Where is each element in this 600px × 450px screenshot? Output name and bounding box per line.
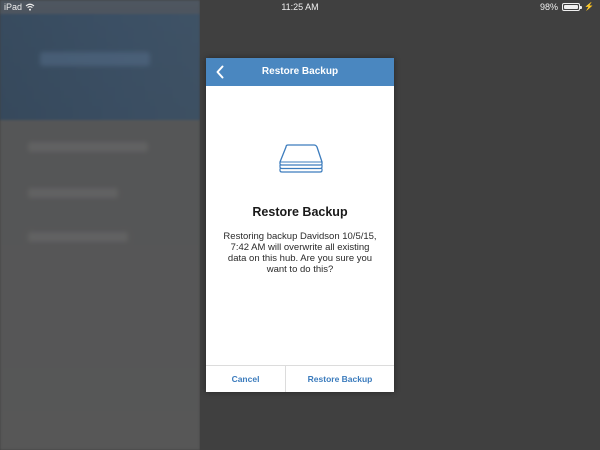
- dialog-header: Restore Backup: [206, 58, 394, 86]
- chevron-left-icon: [216, 65, 224, 79]
- restore-backup-button[interactable]: Restore Backup: [286, 366, 394, 392]
- restore-backup-dialog: Restore Backup Restore Backup Restoring …: [206, 58, 394, 392]
- hub-stack-icon: [279, 144, 323, 173]
- background-row: [28, 232, 128, 242]
- background-row: [28, 188, 118, 198]
- background-title-placeholder: [40, 52, 150, 66]
- status-time: 11:25 AM: [281, 2, 319, 12]
- background-app-header: [0, 14, 200, 120]
- dialog-header-title: Restore Backup: [261, 66, 339, 77]
- back-button[interactable]: [210, 62, 230, 82]
- dialog-message: Restoring backup Davidson 10/5/15, 7:42 …: [223, 231, 377, 275]
- status-bar: iPad 11:25 AM 98% ⚡: [0, 0, 600, 14]
- background-app-panel: [0, 0, 200, 450]
- background-row: [28, 142, 148, 152]
- status-right: 98% ⚡: [540, 0, 594, 14]
- battery-icon: [562, 3, 583, 11]
- dialog-heading: Restore Backup: [252, 205, 348, 219]
- dialog-action-bar: Cancel Restore Backup: [206, 365, 394, 392]
- battery-level: [564, 5, 578, 9]
- charging-bolt-icon: ⚡: [584, 2, 594, 11]
- battery-percent: 98%: [540, 2, 559, 12]
- cancel-button[interactable]: Cancel: [206, 366, 286, 392]
